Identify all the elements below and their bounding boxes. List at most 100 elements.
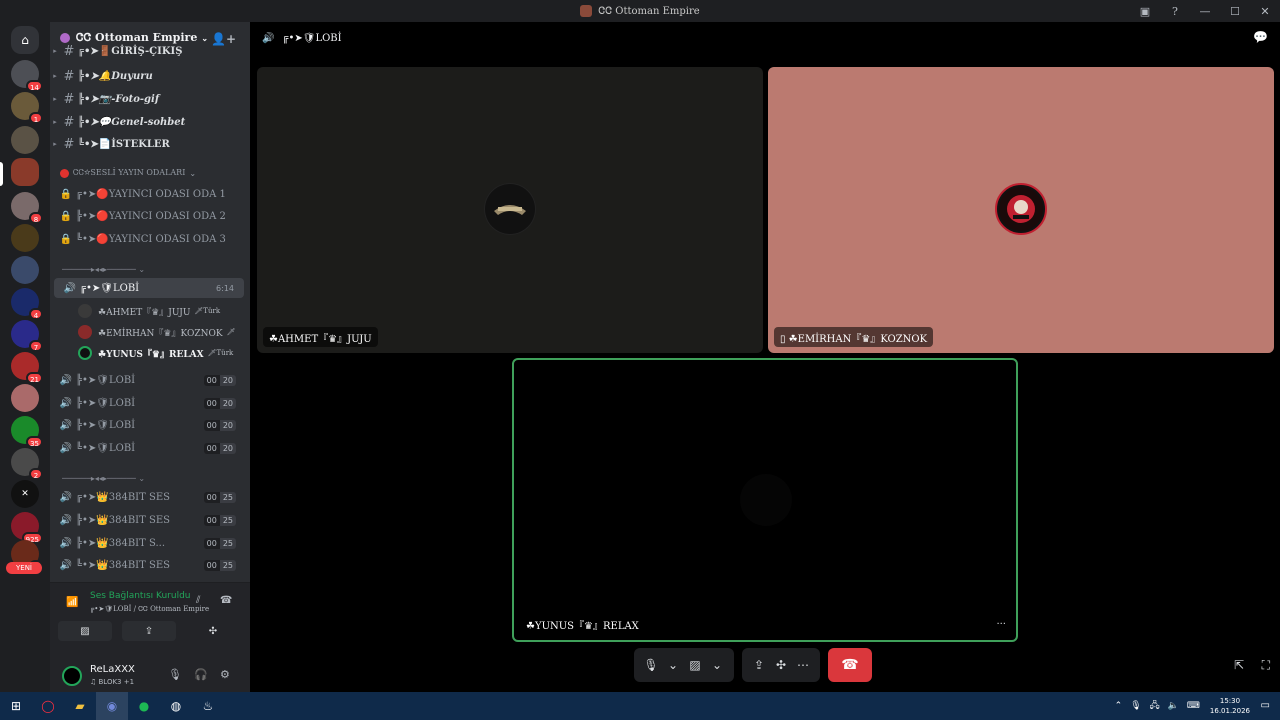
steam-icon[interactable]: ♨ <box>192 692 224 720</box>
voice-channel-active[interactable]: 🔊 ╔•➤🛡LOBİ 6:14 <box>54 278 244 298</box>
voice-channel[interactable]: 🔊 ╠•➤👑384BIT S... 00 25 <box>50 533 246 553</box>
fullscreen-icon[interactable]: ⛶ <box>1262 658 1270 673</box>
chevron-down-icon[interactable]: ⌄ <box>662 658 684 672</box>
discord-home-icon[interactable]: ⌂ <box>11 26 39 54</box>
chat-bubble-icon[interactable]: 💬 <box>1253 30 1268 44</box>
voice-channel[interactable]: 🔊 ╚•➤👑384BIT SES 00 25 <box>50 555 246 575</box>
network-icon[interactable]: 🖧 <box>1150 698 1160 714</box>
category-separator[interactable]: ──────▸◂◂▸────── ⌄ <box>62 265 192 274</box>
more-options-button[interactable]: ··· <box>996 619 1006 630</box>
server-icon[interactable]: 1 <box>11 92 43 124</box>
category-header[interactable]: ᏣᏣ☆SESLİ YAYIN ODALARI ⌄ <box>60 168 196 178</box>
server-icon[interactable]: 8 <box>11 192 43 224</box>
voice-channel[interactable]: 🔊 ╠•➤🛡LOBİ 00 20 <box>50 415 246 435</box>
voice-channel[interactable]: 🔊 ╠•➤🛡LOBİ 00 20 <box>50 393 246 413</box>
text-channel[interactable]: ▸ # ╚•➤📄İSTEKLER <box>50 134 246 154</box>
clock[interactable]: 15:30 16.01.2026 <box>1210 696 1250 716</box>
chevron-down-icon[interactable]: ⌄ <box>706 658 728 672</box>
camera-off-icon[interactable]: ▨ <box>684 658 706 672</box>
spotify-icon[interactable]: ● <box>128 692 160 720</box>
text-channel[interactable]: ▸ # ╔•➤🚪GİRİŞ-ÇIKIŞ <box>50 44 246 58</box>
share-control-group[interactable]: ⇪ ✣ ⋯ <box>742 648 820 682</box>
file-explorer-icon[interactable]: ▰ <box>64 692 96 720</box>
server-icon[interactable]: 925 <box>11 512 43 544</box>
server-icon[interactable]: 35 <box>11 416 43 448</box>
server-list: ⌂ 14 1 8 4 7 21 35 2 ✕ 925 1 YENİ <box>0 22 50 692</box>
microphone-icon[interactable]: 🎙 <box>640 658 662 672</box>
server-icon[interactable] <box>11 126 39 154</box>
clock-time: 15:30 <box>1219 697 1241 705</box>
channel-name: ╚•➤👑384BIT SES <box>76 559 170 571</box>
voice-channel[interactable]: 🔊 ╠•➤🛡LOBİ 00 20 <box>50 370 246 390</box>
disconnect-icon[interactable]: ☎ <box>220 595 232 606</box>
server-icon[interactable] <box>11 384 39 412</box>
headphones-icon[interactable]: 🎧 <box>194 668 208 681</box>
voice-channel[interactable]: 🔊 ╠•➤👑384BIT SES 00 25 <box>50 510 246 530</box>
close-button[interactable]: ✕ <box>1250 5 1280 18</box>
lock-icon: 🔒 <box>59 233 73 245</box>
microphone-icon[interactable]: 🎙 <box>168 668 182 681</box>
server-icon[interactable] <box>11 224 39 252</box>
text-channel[interactable]: ▸ # ╠•➤🔔Duyuru <box>50 66 246 86</box>
help-icon[interactable]: ? <box>1160 5 1190 18</box>
inbox-icon[interactable]: ▣ <box>1130 5 1160 18</box>
voice-member-speaking[interactable]: ☘YUNUS『♛』RELAX 🗡Türk <box>78 343 248 363</box>
voice-channel[interactable]: 🔊 ╚•➤🛡LOBİ 00 20 <box>50 438 246 458</box>
call-header: 🔊 ╔•➤🛡LOBİ 💬 <box>250 22 1280 54</box>
voice-channel-locked[interactable]: 🔒 ╚•➤🔴YAYINCI ODASI ODA 3 <box>50 229 246 249</box>
microphone-icon[interactable]: 🎙 <box>1130 701 1141 711</box>
text-channel[interactable]: ▸ # ╠•➤📷-Foto-gif <box>50 89 246 109</box>
activities-icon[interactable]: ✣ <box>770 658 792 672</box>
server-icon[interactable]: 2 <box>11 448 43 480</box>
text-channel[interactable]: ▸ # ╠•➤💬Genel-sohbet <box>50 112 246 132</box>
disconnect-button[interactable]: ☎ <box>828 648 872 682</box>
camera-button[interactable]: ▨ <box>58 621 112 641</box>
server-icon[interactable]: ✕ <box>11 480 39 508</box>
notification-icon[interactable]: ▭ <box>1261 700 1270 711</box>
member-tag: 🗡Türk <box>194 307 221 315</box>
category-separator[interactable]: ──────▸◂◂▸────── ⌄ <box>62 474 192 483</box>
new-badge[interactable]: YENİ <box>6 562 42 574</box>
popout-icon[interactable]: ⇱ <box>1234 658 1244 672</box>
server-icon-active[interactable] <box>11 158 39 186</box>
server-icon[interactable]: 21 <box>11 352 43 384</box>
activities-button[interactable]: ✣ <box>186 621 240 641</box>
server-icon[interactable]: 7 <box>11 320 43 352</box>
participant-tile[interactable]: ☘AHMET『♛』JUJU <box>257 67 763 353</box>
avatar[interactable] <box>62 666 82 686</box>
voice-channel-locked[interactable]: 🔒 ╔•➤🔴YAYINCI ODASI ODA 1 <box>50 184 246 204</box>
voice-channel[interactable]: 🔊 ╔•➤👑384BIT SES 00 25 <box>50 487 246 507</box>
server-icon[interactable]: 14 <box>11 60 43 92</box>
more-icon[interactable]: ⋯ <box>792 658 814 672</box>
voice-connection-panel: 📶 Ses Bağlantısı Kuruldu ╔•➤🛡LOBİ / ᏣᏣ O… <box>50 582 250 658</box>
noise-suppression-icon[interactable]: ⫽ <box>196 595 200 606</box>
maximize-button[interactable]: ☐ <box>1220 5 1250 18</box>
speaker-icon: 🔊 <box>59 514 73 526</box>
voice-channel-locked[interactable]: 🔒 ╠•➤🔴YAYINCI ODASI ODA 2 <box>50 206 246 226</box>
server-icon[interactable]: 4 <box>11 288 43 320</box>
participant-tile[interactable]: ▯ ☘EMİRHAN『♛』KOZNOK <box>768 67 1274 353</box>
opera-icon[interactable]: ◯ <box>32 692 64 720</box>
voice-member[interactable]: ☘AHMET『♛』JUJU 🗡Türk <box>78 301 248 321</box>
screen-share-button[interactable]: ⇪ <box>122 621 176 641</box>
member-tag: 🗡Türk <box>207 349 234 357</box>
minimize-button[interactable]: — <box>1190 5 1220 18</box>
windows-start-icon[interactable]: ⊞ <box>0 692 32 720</box>
participant-tile-speaking[interactable]: ☘YUNUS『♛』RELAX ··· <box>512 358 1018 642</box>
signal-icon[interactable]: 📶 <box>66 597 78 608</box>
volume-icon[interactable]: 🔈 <box>1168 701 1179 711</box>
voice-status[interactable]: Ses Bağlantısı Kuruldu <box>90 591 190 601</box>
language-icon[interactable]: ⌨ <box>1187 701 1200 711</box>
server-icon[interactable] <box>11 256 39 284</box>
chevron-up-icon[interactable]: ⌃ <box>1115 701 1123 711</box>
voice-location[interactable]: ╔•➤🛡LOBİ / ᏣᏣ Ottoman Empire <box>90 605 209 614</box>
participant-label: ☘YUNUS『♛』RELAX <box>526 620 639 632</box>
mic-control-group[interactable]: 🎙 ⌄ ▨ ⌄ <box>634 648 734 682</box>
discord-app-icon[interactable]: ◉ <box>96 692 128 720</box>
voice-member[interactable]: ☘EMİRHAN『♛』KOZNOK 🗡 <box>78 322 248 342</box>
screen-share-icon[interactable]: ⇪ <box>748 658 770 672</box>
github-icon[interactable]: ◍ <box>160 692 192 720</box>
username[interactable]: ReLaXXX <box>90 664 135 675</box>
mention-badge: 2 <box>29 468 43 480</box>
settings-gear-icon[interactable]: ⚙ <box>220 668 230 681</box>
